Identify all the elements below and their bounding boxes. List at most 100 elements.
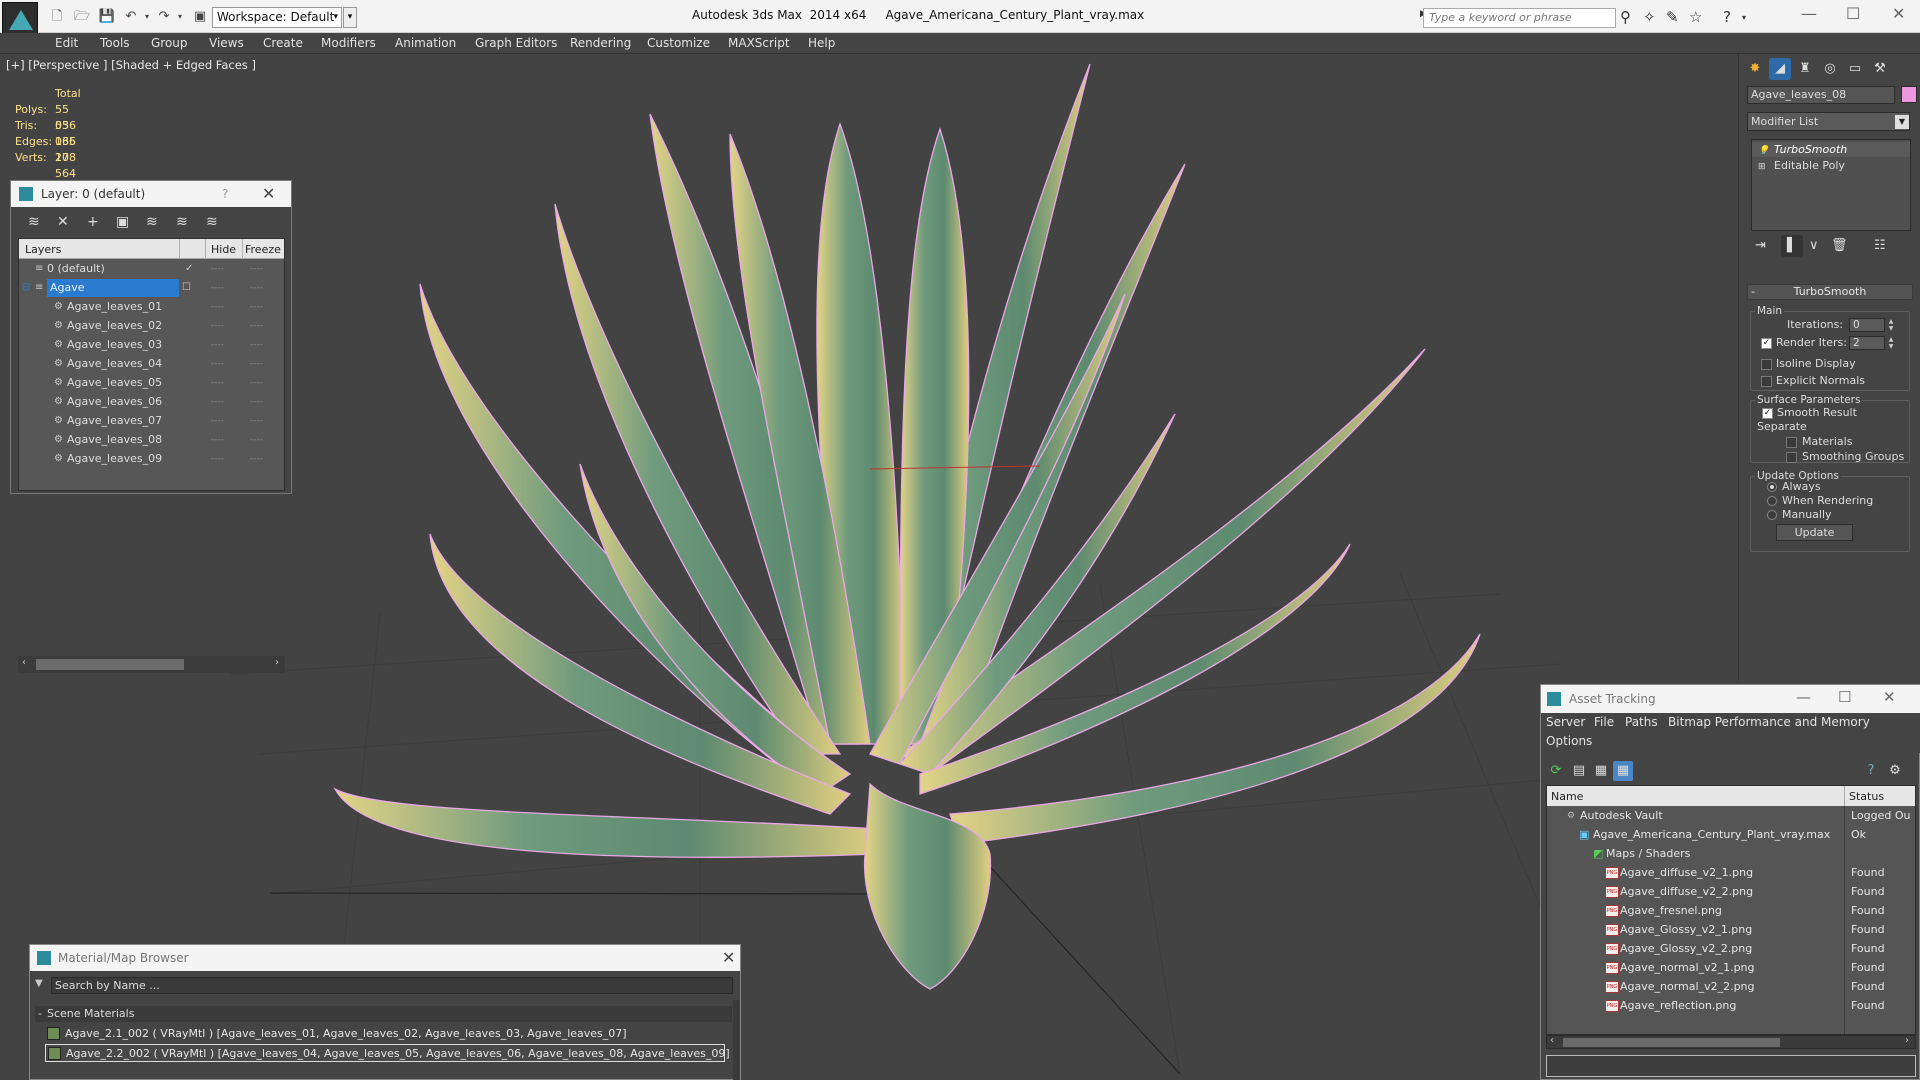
expand-minus-icon[interactable]: ⊟ <box>22 279 30 297</box>
hide-column-header[interactable]: Hide <box>211 243 236 256</box>
material-search-input[interactable]: Search by Name ... <box>51 977 733 994</box>
layer-object-row[interactable]: ⚙ Agave_leaves_05 ---- ---- <box>19 374 284 393</box>
scroll-left-icon[interactable]: ‹ <box>22 657 26 668</box>
make-unique-icon[interactable]: ∨ <box>1809 238 1819 253</box>
freeze-toggle[interactable]: ---- <box>250 317 263 335</box>
freeze-toggle[interactable]: ---- <box>250 298 263 316</box>
hide-all-icon[interactable]: ≋ <box>176 214 188 230</box>
settings-icon[interactable]: ⚙ <box>1885 761 1905 781</box>
project-folder-icon[interactable]: ▣ <box>191 8 209 26</box>
separate-materials-checkbox[interactable] <box>1786 437 1797 448</box>
layers-column-header[interactable]: Layers <box>25 243 61 256</box>
hide-toggle[interactable]: ---- <box>211 336 224 354</box>
freeze-toggle[interactable]: ---- <box>250 355 263 373</box>
update-manually-radio[interactable] <box>1767 510 1777 520</box>
layer-object-row[interactable]: ⚙ Agave_leaves_02 ---- ---- <box>19 317 284 336</box>
name-column-header[interactable]: Name <box>1551 790 1583 803</box>
material-vertical-scrollbar[interactable] <box>733 1000 740 1080</box>
layer-row-default[interactable]: ≡ 0 (default) ✓ ---- ---- <box>19 260 284 279</box>
help-icon[interactable]: ? <box>1861 761 1881 781</box>
lightbulb-icon[interactable]: 💡 <box>1758 144 1769 159</box>
stack-item-turbosmooth[interactable]: 💡 TurboSmooth <box>1752 142 1910 157</box>
asset-tracking-titlebar[interactable]: Asset Tracking — ☐ ✕ <box>1541 685 1920 713</box>
redo-dropdown-icon[interactable]: ▾ <box>171 8 189 26</box>
modifier-list-dropdown[interactable]: Modifier List <box>1747 112 1910 131</box>
scene-materials-section[interactable]: - Scene Materials <box>35 1006 732 1022</box>
menu-rendering[interactable]: Rendering <box>570 36 631 50</box>
delete-layer-icon[interactable]: ✕ <box>57 214 69 230</box>
menu-paths[interactable]: Paths <box>1625 715 1658 729</box>
asset-row[interactable]: PNG Agave_Glossy_v2_2.png Found <box>1547 940 1915 959</box>
freeze-column-header[interactable]: Freeze <box>245 243 281 256</box>
layer-row-agave[interactable]: ⊟ ≡ Agave ☐ ---- ---- <box>19 279 284 298</box>
set-current-layer-icon[interactable]: ☐ <box>182 279 191 297</box>
asset-row[interactable]: PNG Agave_diffuse_v2_1.png Found <box>1547 864 1915 883</box>
smooth-result-checkbox[interactable]: ✓ <box>1762 408 1773 419</box>
add-to-layer-icon[interactable]: + <box>87 214 99 230</box>
highlight-layer-icon[interactable]: ≋ <box>146 214 158 230</box>
freeze-toggle[interactable]: ---- <box>250 431 263 449</box>
layer-object-row[interactable]: ⚙ Agave_leaves_04 ---- ---- <box>19 355 284 374</box>
create-tab-icon[interactable]: ✸ <box>1744 58 1766 80</box>
configure-modifier-sets-icon[interactable]: ☷ <box>1874 238 1886 253</box>
render-iters-checkbox[interactable]: ✓ <box>1761 338 1772 349</box>
chevron-down-icon[interactable]: ▼ <box>1895 115 1909 129</box>
expand-plus-icon[interactable]: ⊞ <box>1758 160 1766 175</box>
render-iters-spinner[interactable]: 2 <box>1849 336 1885 350</box>
spinner-arrows-icon[interactable]: ▲ ▼ <box>1886 318 1896 332</box>
search-input[interactable]: Type a keyword or phrase <box>1423 8 1616 28</box>
menu-views[interactable]: Views <box>209 36 244 50</box>
layer-object-row[interactable]: ⚙ Agave_leaves_07 ---- ---- <box>19 412 284 431</box>
layer-object-row[interactable]: ⚙ Agave_leaves_06 ---- ---- <box>19 393 284 412</box>
asset-row[interactable]: PNG Agave_Glossy_v2_1.png Found <box>1547 921 1915 940</box>
layer-object-row[interactable]: ⚙ Agave_leaves_03 ---- ---- <box>19 336 284 355</box>
options-dropdown-icon[interactable]: ▼ <box>35 978 43 989</box>
binoculars-icon[interactable]: ⚲ <box>1620 8 1631 26</box>
menu-server[interactable]: Server <box>1546 715 1585 729</box>
hide-toggle[interactable]: ---- <box>211 279 224 297</box>
menu-options[interactable]: Options <box>1546 734 1592 748</box>
asset-row[interactable]: PNG Agave_normal_v2_1.png Found <box>1547 959 1915 978</box>
workspace-extra-button[interactable]: ▾ <box>343 7 357 28</box>
freeze-all-icon[interactable]: ≋ <box>206 214 218 230</box>
help-icon[interactable]: ? <box>222 187 228 201</box>
save-file-icon[interactable]: 💾 <box>98 8 116 26</box>
menu-bitmap-performance[interactable]: Bitmap Performance and Memory <box>1668 715 1870 729</box>
layer-object-row[interactable]: ⚙ Agave_leaves_01 ---- ---- <box>19 298 284 317</box>
layer-horizontal-scrollbar[interactable]: ‹ › <box>18 656 285 673</box>
separate-smoothing-groups-checkbox[interactable] <box>1786 452 1797 463</box>
menu-edit[interactable]: Edit <box>55 36 78 50</box>
new-file-icon[interactable]: 🗋 <box>48 8 66 26</box>
maximize-icon[interactable]: ☐ <box>1838 688 1851 706</box>
hide-toggle[interactable]: ---- <box>211 431 224 449</box>
list-view-icon[interactable]: ▤ <box>1569 761 1589 781</box>
asset-row[interactable]: PNG Agave_reflection.png Found <box>1547 997 1915 1016</box>
rollout-header[interactable]: - TurboSmooth <box>1747 284 1913 300</box>
asset-row[interactable]: PNG Agave_fresnel.png Found <box>1547 902 1915 921</box>
close-icon[interactable]: ✕ <box>722 948 735 967</box>
thumbnail-view-icon[interactable]: ▦ <box>1591 761 1611 781</box>
menu-file[interactable]: File <box>1594 715 1614 729</box>
material-row[interactable]: Agave_2.2_002 ( VRayMtl ) [Agave_leaves_… <box>45 1044 730 1062</box>
close-icon[interactable]: ✕ <box>1892 4 1905 23</box>
select-objects-icon[interactable]: ▣ <box>116 214 129 230</box>
object-name-field[interactable]: Agave_leaves_08 <box>1747 86 1895 104</box>
scroll-right-icon[interactable]: › <box>1905 1035 1909 1046</box>
menu-animation[interactable]: Animation <box>395 36 456 50</box>
minimize-icon[interactable]: — <box>1801 4 1817 23</box>
layer-object-row[interactable]: ⚙ Agave_leaves_08 ---- ---- <box>19 431 284 450</box>
create-layer-icon[interactable]: ≋ <box>28 214 40 230</box>
hide-toggle[interactable]: ---- <box>211 374 224 392</box>
maximize-icon[interactable]: ☐ <box>1846 4 1860 23</box>
asset-horizontal-scrollbar[interactable]: ‹ › <box>1546 1035 1916 1049</box>
viewport-label[interactable]: [+] [Perspective ] [Shaded + Edged Faces… <box>6 58 256 72</box>
menu-graph-editors[interactable]: Graph Editors <box>475 36 557 50</box>
undo-dropdown-icon[interactable]: ▾ <box>138 8 156 26</box>
object-color-swatch[interactable] <box>1901 86 1917 103</box>
spinner-arrows-icon[interactable]: ▲ ▼ <box>1886 336 1896 350</box>
hide-toggle[interactable]: ---- <box>211 393 224 411</box>
scrollbar-thumb[interactable] <box>1563 1038 1780 1047</box>
remove-modifier-icon[interactable]: 🗑 <box>1831 238 1848 253</box>
asset-row[interactable]: PNG Agave_normal_v2_2.png Found <box>1547 978 1915 997</box>
update-when-rendering-radio[interactable] <box>1767 496 1777 506</box>
